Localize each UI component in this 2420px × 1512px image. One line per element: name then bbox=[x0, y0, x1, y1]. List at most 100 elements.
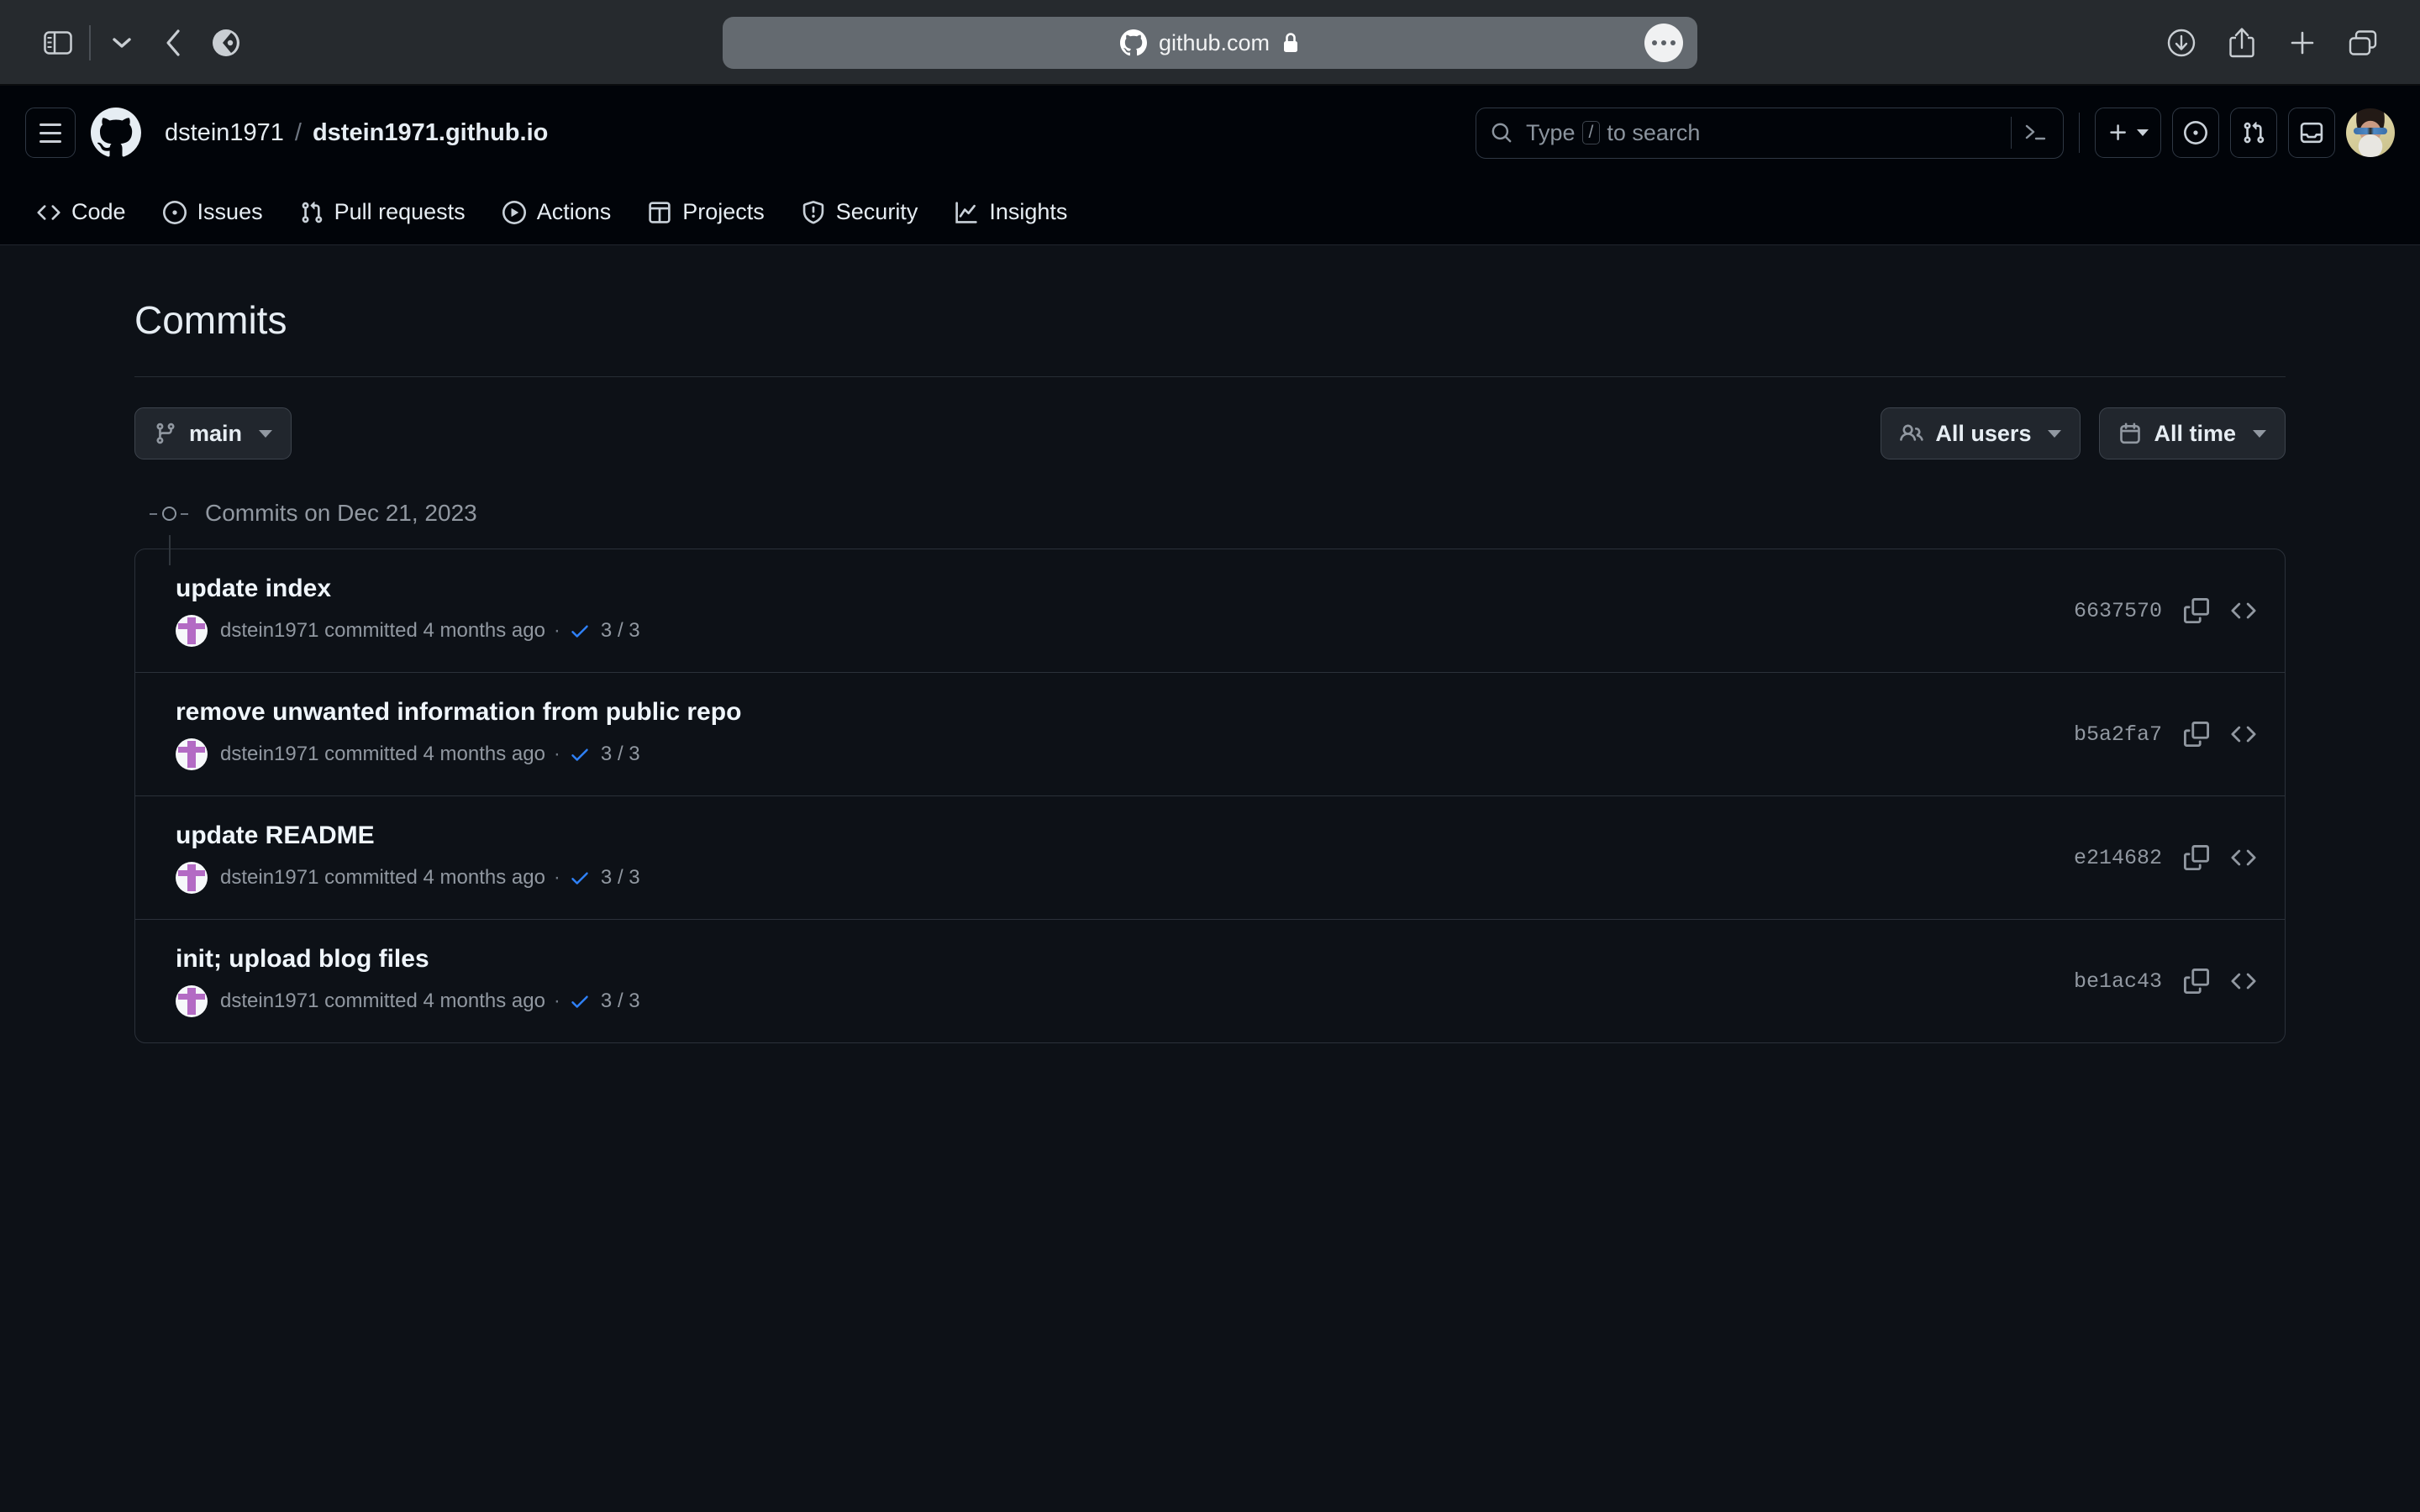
browse-repository-button[interactable] bbox=[2231, 598, 2256, 623]
all-users-filter-button[interactable]: All users bbox=[1881, 407, 2081, 459]
pull-requests-button[interactable] bbox=[2230, 108, 2277, 158]
table-row[interactable]: update README dstein1971 committed 4 mon… bbox=[135, 796, 2285, 920]
downloads-button[interactable] bbox=[2156, 18, 2207, 68]
github-header: dstein1971 / dstein1971.github.io Type /… bbox=[0, 86, 2420, 180]
command-palette-button[interactable] bbox=[2011, 117, 2049, 149]
meta-separator: · bbox=[553, 619, 560, 642]
commit-sha[interactable]: b5a2fa7 bbox=[2074, 722, 2162, 747]
commit-actions: e214682 bbox=[2074, 845, 2256, 870]
browse-repository-button[interactable] bbox=[2231, 969, 2256, 994]
title-divider bbox=[134, 376, 2286, 377]
table-row[interactable]: remove unwanted information from public … bbox=[135, 673, 2285, 796]
chevron-down-icon bbox=[113, 38, 131, 48]
command-palette-icon bbox=[2025, 124, 2046, 140]
author-avatar[interactable] bbox=[176, 738, 208, 770]
breadcrumb-owner[interactable]: dstein1971 bbox=[165, 119, 284, 147]
copy-sha-button[interactable] bbox=[2184, 969, 2209, 994]
commit-message[interactable]: init; upload blog files bbox=[176, 945, 640, 974]
graph-icon bbox=[955, 201, 978, 223]
commit-group: Commits on Dec 21, 2023 update index dst… bbox=[134, 500, 2286, 1043]
tab-overview-button[interactable] bbox=[2338, 18, 2388, 68]
share-button[interactable] bbox=[2217, 18, 2267, 68]
commit-action: committed bbox=[324, 743, 418, 765]
address-bar[interactable]: github.com bbox=[723, 17, 1697, 69]
nav-item-code[interactable]: Code bbox=[25, 180, 145, 244]
table-row[interactable]: update index dstein1971 committed 4 mont… bbox=[135, 549, 2285, 673]
browser-nav-controls bbox=[32, 17, 252, 69]
copy-sha-button[interactable] bbox=[2184, 722, 2209, 747]
user-avatar[interactable] bbox=[2346, 108, 2395, 157]
commit-sha[interactable]: be1ac43 bbox=[2074, 969, 2162, 994]
page-menu-button[interactable] bbox=[1644, 24, 1683, 62]
copy-sha-button[interactable] bbox=[2184, 845, 2209, 870]
browse-repository-button[interactable] bbox=[2231, 722, 2256, 747]
chevron-down-icon bbox=[2253, 429, 2266, 438]
github-logo-icon[interactable] bbox=[91, 108, 141, 158]
check-icon[interactable] bbox=[569, 743, 591, 765]
commit-message[interactable]: update index bbox=[176, 575, 640, 603]
check-icon[interactable] bbox=[569, 867, 591, 889]
nav-item-label: Code bbox=[71, 199, 126, 224]
commit-sha[interactable]: e214682 bbox=[2074, 846, 2162, 870]
commit-list: update index dstein1971 committed 4 mont… bbox=[134, 549, 2286, 1043]
calendar-icon bbox=[2120, 423, 2141, 444]
check-icon[interactable] bbox=[569, 620, 591, 642]
nav-item-pull-requests[interactable]: Pull requests bbox=[281, 180, 484, 244]
commit-message[interactable]: update README bbox=[176, 822, 640, 850]
table-icon bbox=[649, 201, 671, 223]
table-row[interactable]: init; upload blog files dstein1971 commi… bbox=[135, 920, 2285, 1042]
search-input[interactable]: Type / to search bbox=[1476, 107, 2064, 159]
checks-ratio: 3 / 3 bbox=[600, 866, 640, 889]
git-branch-icon bbox=[156, 423, 175, 444]
search-placeholder-before: Type bbox=[1526, 119, 1576, 145]
sidebar-toggle-button[interactable] bbox=[32, 17, 84, 69]
copy-icon bbox=[2184, 845, 2209, 870]
nav-item-security[interactable]: Security bbox=[783, 180, 937, 244]
sidebar-toggle-icon bbox=[44, 31, 72, 55]
page-menu-icon bbox=[1652, 40, 1657, 45]
breadcrumb-separator: / bbox=[294, 118, 302, 146]
chevron-down-icon bbox=[2048, 429, 2062, 438]
commit-author[interactable]: dstein1971 bbox=[220, 990, 318, 1013]
commit-author[interactable]: dstein1971 bbox=[220, 743, 318, 766]
all-time-filter-button[interactable]: All time bbox=[2099, 407, 2286, 459]
meta-separator: · bbox=[553, 866, 560, 889]
commit-author[interactable]: dstein1971 bbox=[220, 619, 318, 643]
chevron-down-icon bbox=[2137, 129, 2149, 136]
back-button[interactable] bbox=[148, 17, 200, 69]
nav-item-projects[interactable]: Projects bbox=[629, 180, 783, 244]
issue-opened-icon bbox=[2184, 121, 2207, 144]
repo-nav: Code Issues Pull requests Actions Projec… bbox=[0, 180, 2420, 245]
new-tab-button[interactable] bbox=[2277, 18, 2328, 68]
commit-author[interactable]: dstein1971 bbox=[220, 866, 318, 890]
commits-controls: main All users All time bbox=[134, 407, 2286, 459]
browse-repository-button[interactable] bbox=[2231, 845, 2256, 870]
author-avatar[interactable] bbox=[176, 862, 208, 894]
page-title: Commits bbox=[134, 298, 287, 342]
code-icon bbox=[2231, 726, 2256, 743]
global-menu-button[interactable] bbox=[25, 108, 76, 158]
issues-button[interactable] bbox=[2172, 108, 2219, 158]
sidebar-dropdown-button[interactable] bbox=[96, 17, 148, 69]
author-avatar[interactable] bbox=[176, 985, 208, 1017]
check-icon[interactable] bbox=[569, 990, 591, 1012]
author-avatar[interactable] bbox=[176, 615, 208, 647]
nav-item-actions[interactable]: Actions bbox=[484, 180, 630, 244]
nav-item-label: Pull requests bbox=[334, 199, 466, 224]
create-new-button[interactable] bbox=[2095, 108, 2161, 158]
breadcrumb-repo[interactable]: dstein1971.github.io bbox=[313, 119, 548, 147]
branch-selector-button[interactable]: main bbox=[134, 407, 292, 459]
nav-item-insights[interactable]: Insights bbox=[936, 180, 1086, 244]
privacy-report-button[interactable] bbox=[200, 17, 252, 69]
copy-sha-button[interactable] bbox=[2184, 598, 2209, 623]
commit-group-header: Commits on Dec 21, 2023 bbox=[134, 500, 2286, 527]
nav-item-issues[interactable]: Issues bbox=[145, 180, 281, 244]
notifications-button[interactable] bbox=[2288, 108, 2335, 158]
commit-meta: dstein1971 committed 4 months ago · 3 / … bbox=[176, 862, 640, 894]
commit-sha[interactable]: 6637570 bbox=[2074, 599, 2162, 623]
code-icon bbox=[2231, 973, 2256, 990]
header-divider bbox=[2079, 113, 2080, 153]
copy-icon bbox=[2184, 722, 2209, 747]
commit-time: 4 months ago bbox=[423, 619, 545, 642]
commit-message[interactable]: remove unwanted information from public … bbox=[176, 698, 741, 727]
